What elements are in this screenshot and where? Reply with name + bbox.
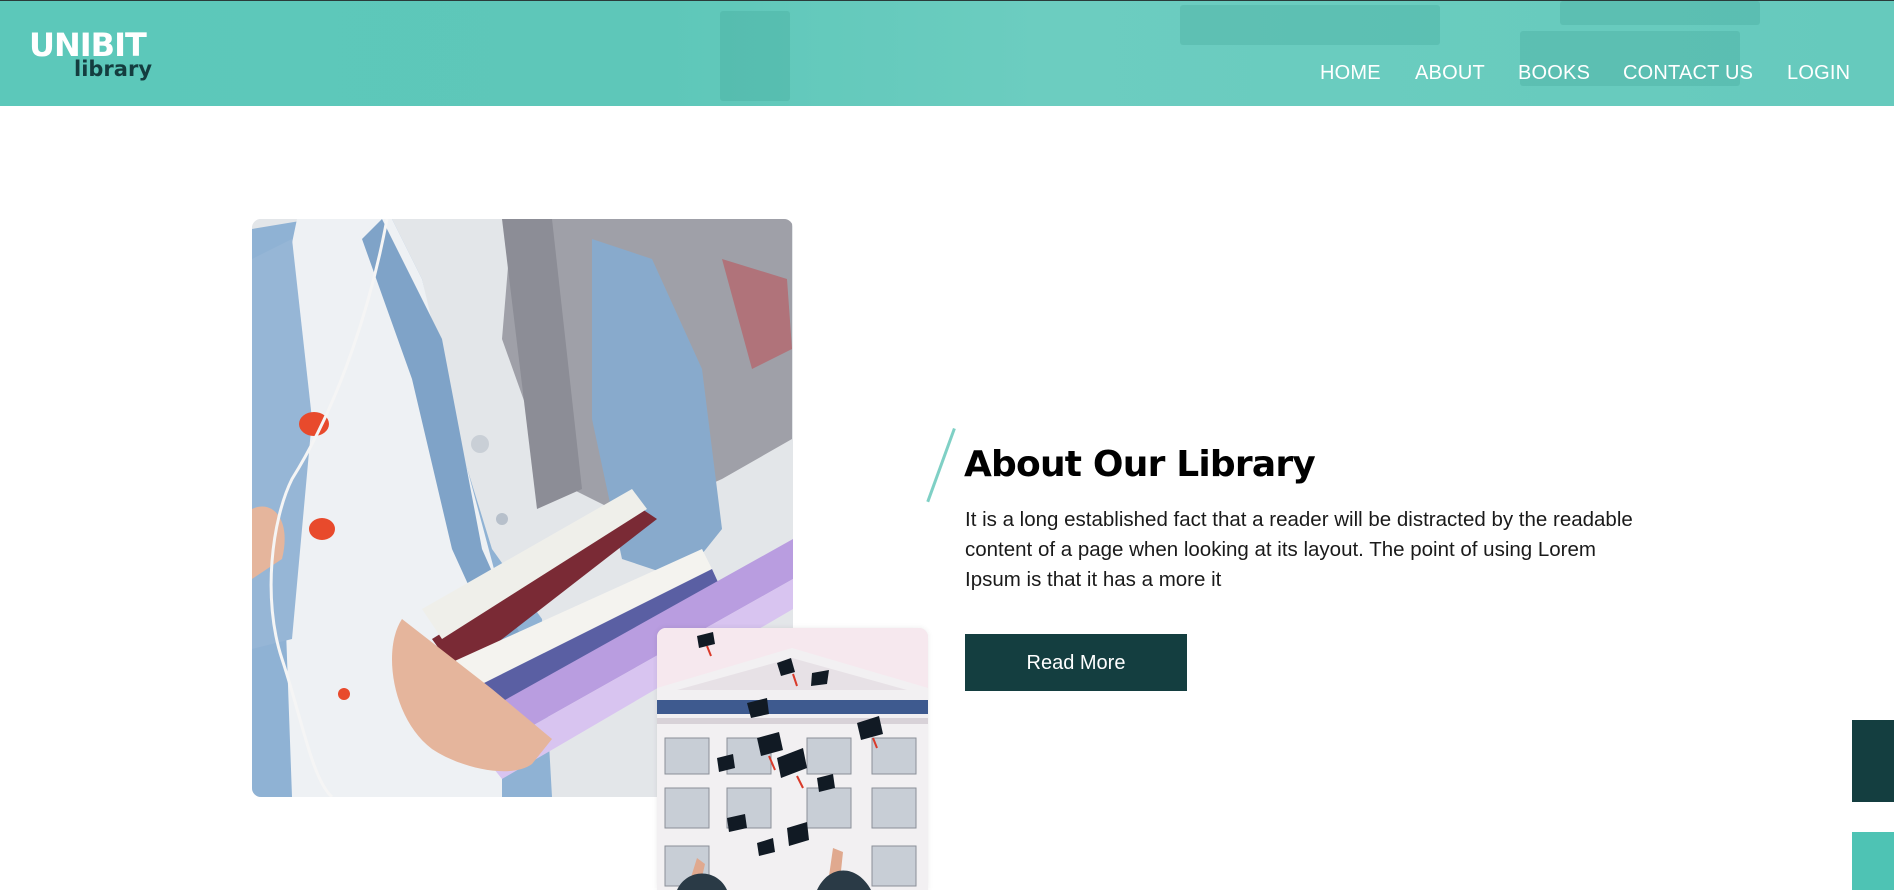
graduation-photo-illustration — [657, 628, 928, 890]
nav-login[interactable]: LOGIN — [1787, 59, 1850, 87]
nav-about[interactable]: ABOUT — [1415, 59, 1485, 87]
graduation-caps-image — [657, 628, 928, 890]
header-bg-decor — [1560, 1, 1760, 25]
site-header: UNIBIT library HOME ABOUT BOOKS CONTACT … — [0, 0, 1894, 106]
site-logo[interactable]: UNIBIT library — [29, 27, 153, 87]
nav-home[interactable]: HOME — [1320, 59, 1381, 87]
nav-contact-us[interactable]: CONTACT US — [1623, 59, 1753, 87]
about-description: It is a long established fact that a rea… — [965, 508, 1633, 591]
logo-tagline: library — [74, 57, 153, 81]
side-tab-teal[interactable] — [1852, 832, 1894, 890]
header-bg-decor — [720, 11, 790, 101]
read-more-button[interactable]: Read More — [965, 634, 1187, 691]
about-title: About Our Library — [964, 444, 1316, 485]
title-accent-line — [926, 428, 956, 503]
nav-books[interactable]: BOOKS — [1518, 59, 1590, 87]
header-bg-decor — [1180, 5, 1440, 45]
side-tab-dark[interactable] — [1852, 720, 1894, 802]
